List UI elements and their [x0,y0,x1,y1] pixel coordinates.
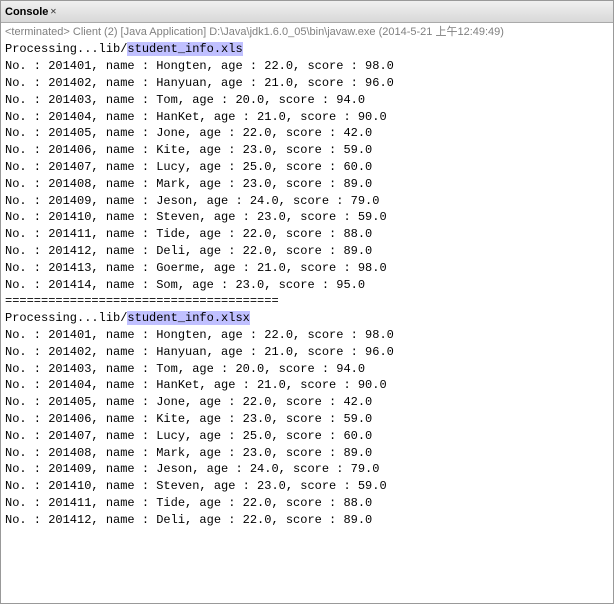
record-line: No. : 201411, name : Tide, age : 22.0, s… [5,495,609,512]
title-bar: Console ✕ [1,1,613,23]
title-bar-label: Console [5,6,48,18]
processing-line-1: Processing...lib/student_info.xlsx [5,310,609,327]
record-line: No. : 201401, name : Hongten, age : 22.0… [5,58,609,75]
record-line: No. : 201401, name : Hongten, age : 22.0… [5,327,609,344]
separator-line: ====================================== [5,293,609,310]
record-line: No. : 201412, name : Deli, age : 22.0, s… [5,243,609,260]
record-line: No. : 201410, name : Steven, age : 23.0,… [5,478,609,495]
record-line: No. : 201412, name : Deli, age : 22.0, s… [5,512,609,529]
console-window: Console ✕ <terminated> Client (2) [Java … [0,0,614,604]
record-line: No. : 201408, name : Mark, age : 23.0, s… [5,445,609,462]
record-line: No. : 201404, name : HanKet, age : 21.0,… [5,109,609,126]
highlight-span-1: student_info.xlsx [127,311,249,325]
record-line: No. : 201402, name : Hanyuan, age : 21.0… [5,344,609,361]
record-line: No. : 201410, name : Steven, age : 23.0,… [5,209,609,226]
record-line: No. : 201411, name : Tide, age : 22.0, s… [5,226,609,243]
highlight-span-0: student_info.xls [127,42,242,56]
record-line: No. : 201404, name : HanKet, age : 21.0,… [5,377,609,394]
console-output[interactable]: <terminated> Client (2) [Java Applicatio… [1,23,613,603]
record-line: No. : 201408, name : Mark, age : 23.0, s… [5,176,609,193]
record-line: No. : 201406, name : Kite, age : 23.0, s… [5,142,609,159]
record-line: No. : 201406, name : Kite, age : 23.0, s… [5,411,609,428]
record-line: No. : 201407, name : Lucy, age : 25.0, s… [5,428,609,445]
record-line: No. : 201407, name : Lucy, age : 25.0, s… [5,159,609,176]
record-line: No. : 201403, name : Tom, age : 20.0, sc… [5,92,609,109]
record-line: No. : 201413, name : Goerme, age : 21.0,… [5,260,609,277]
close-tab-icon[interactable]: ✕ [50,6,56,18]
record-line: No. : 201402, name : Hanyuan, age : 21.0… [5,75,609,92]
record-line: No. : 201414, name : Som, age : 23.0, sc… [5,277,609,294]
record-line: No. : 201409, name : Jeson, age : 24.0, … [5,193,609,210]
terminated-line: <terminated> Client (2) [Java Applicatio… [5,25,609,40]
record-line: No. : 201405, name : Jone, age : 22.0, s… [5,394,609,411]
record-line: No. : 201405, name : Jone, age : 22.0, s… [5,125,609,142]
processing-line-0: Processing...lib/student_info.xls [5,41,609,58]
record-line: No. : 201403, name : Tom, age : 20.0, sc… [5,361,609,378]
record-line: No. : 201409, name : Jeson, age : 24.0, … [5,461,609,478]
